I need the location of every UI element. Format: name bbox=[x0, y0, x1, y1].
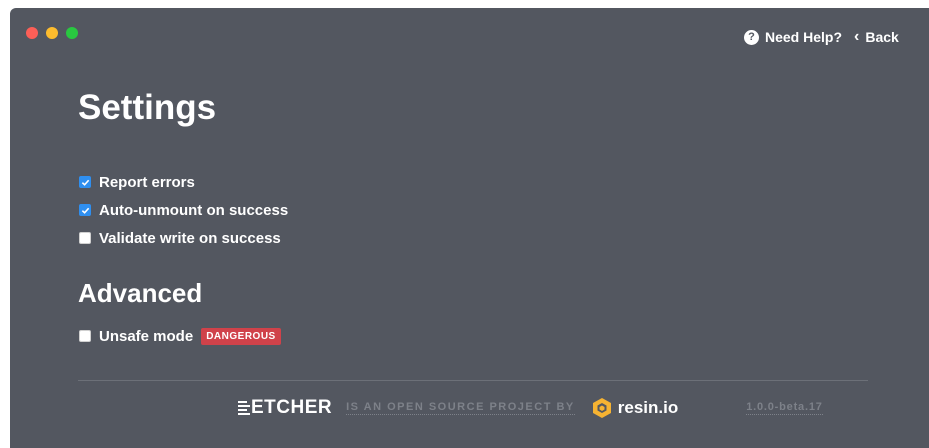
report-errors-label: Report errors bbox=[99, 173, 195, 191]
etcher-mark-icon bbox=[238, 401, 250, 415]
auto-unmount-label: Auto-unmount on success bbox=[99, 201, 289, 219]
app-window: ? Need Help? ‹ Back Settings Report erro… bbox=[10, 8, 929, 448]
etcher-brand: ETCHER bbox=[251, 397, 333, 418]
unsafe-mode-label: Unsafe mode bbox=[99, 327, 194, 345]
close-window-button[interactable] bbox=[26, 27, 38, 39]
need-help-label: Need Help? bbox=[765, 29, 843, 45]
back-link[interactable]: ‹ Back bbox=[854, 28, 899, 46]
report-errors-checkbox[interactable] bbox=[79, 176, 91, 188]
resin-io-label: resin.io bbox=[617, 398, 679, 417]
option-validate-write[interactable]: Validate write on success bbox=[79, 224, 288, 252]
back-label: Back bbox=[865, 29, 899, 45]
advanced-options: Unsafe mode DANGEROUS bbox=[79, 322, 281, 350]
chevron-left-icon: ‹ bbox=[854, 28, 860, 45]
footer-tagline: IS AN OPEN SOURCE PROJECT BY bbox=[346, 401, 575, 415]
footer: ETCHER IS AN OPEN SOURCE PROJECT BY resi… bbox=[238, 397, 823, 419]
zoom-window-button[interactable] bbox=[66, 27, 78, 39]
advanced-heading: Advanced bbox=[78, 278, 203, 308]
minimize-window-button[interactable] bbox=[46, 27, 58, 39]
unsafe-mode-checkbox[interactable] bbox=[79, 330, 91, 342]
question-circle-icon: ? bbox=[744, 29, 759, 45]
validate-write-checkbox[interactable] bbox=[79, 232, 91, 244]
etcher-logo[interactable]: ETCHER bbox=[238, 397, 332, 419]
option-report-errors[interactable]: Report errors bbox=[79, 168, 288, 196]
validate-write-label: Validate write on success bbox=[99, 229, 281, 247]
window-controls bbox=[26, 27, 78, 39]
option-unsafe-mode[interactable]: Unsafe mode DANGEROUS bbox=[79, 322, 281, 350]
footer-divider bbox=[78, 380, 868, 381]
version-label[interactable]: 1.0.0-beta.17 bbox=[746, 401, 823, 415]
resin-cube-icon bbox=[592, 398, 611, 418]
dangerous-badge: DANGEROUS bbox=[201, 327, 281, 345]
auto-unmount-checkbox[interactable] bbox=[79, 204, 91, 216]
need-help-link[interactable]: ? Need Help? bbox=[744, 29, 842, 45]
resin-io-link[interactable]: resin.io bbox=[591, 397, 678, 419]
settings-options: Report errors Auto-unmount on success Va… bbox=[79, 168, 288, 252]
option-auto-unmount[interactable]: Auto-unmount on success bbox=[79, 196, 288, 224]
page-title: Settings bbox=[78, 88, 217, 127]
top-navigation: ? Need Help? ‹ Back bbox=[744, 29, 899, 45]
